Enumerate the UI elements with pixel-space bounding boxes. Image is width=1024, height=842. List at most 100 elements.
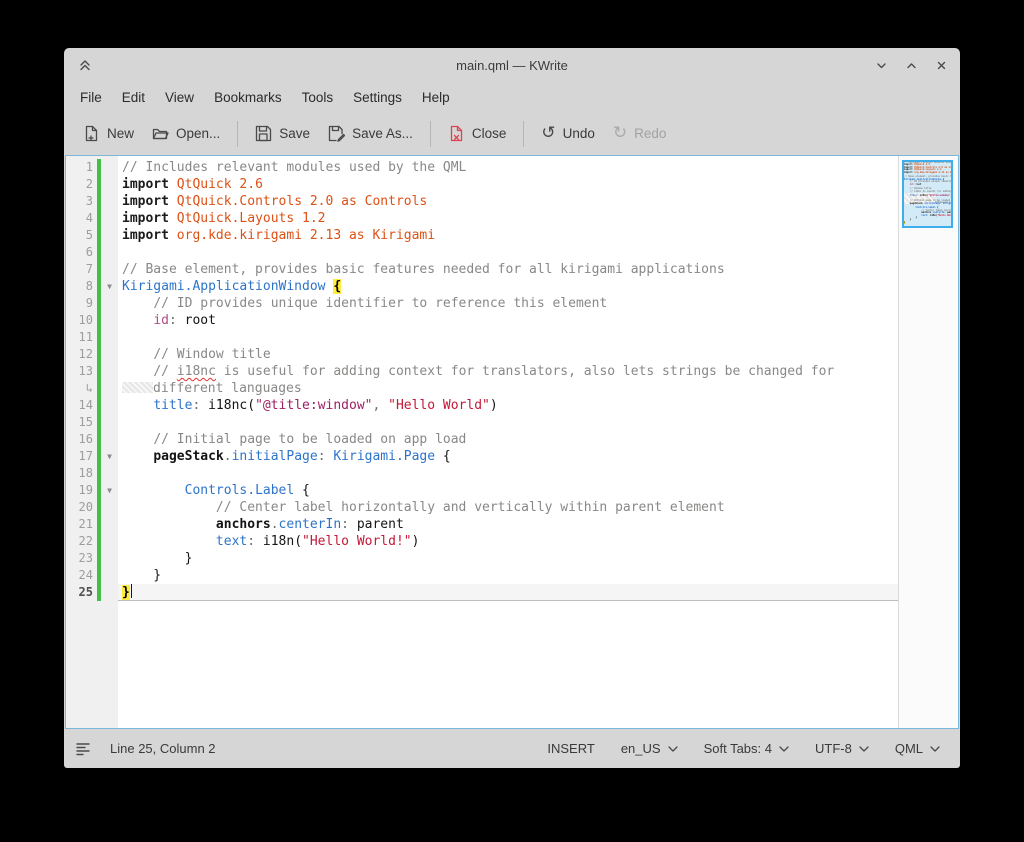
menu-settings[interactable]: Settings <box>343 86 412 109</box>
new-button[interactable]: New <box>74 119 143 148</box>
code-line[interactable]: 22 text: i18n("Hello World!") <box>66 533 898 550</box>
text-editor[interactable]: 1 // Includes relevant modules used by th… <box>65 155 959 729</box>
input-mode[interactable]: INSERT <box>541 737 600 760</box>
menu-tools[interactable]: Tools <box>292 86 344 109</box>
code-line[interactable]: 13 // i18nc is useful for adding context… <box>66 363 898 380</box>
code-line[interactable]: 9 // ID provides unique identifier to re… <box>66 295 898 312</box>
redo-button[interactable]: ↻ Redo <box>604 119 676 148</box>
code-line[interactable]: 19▼ Controls.Label { <box>66 482 898 499</box>
code-line[interactable]: 18 <box>66 465 898 482</box>
line-number[interactable]: 5 <box>66 227 97 244</box>
line-number[interactable]: 1 <box>66 159 97 176</box>
code-line[interactable]: 17▼ pageStack.initialPage: Kirigami.Page… <box>66 448 898 465</box>
code-line-text[interactable]: } <box>118 550 898 567</box>
line-number[interactable]: 10 <box>66 312 97 329</box>
code-line[interactable]: 2 import QtQuick 2.6 <box>66 176 898 193</box>
line-number[interactable]: 24 <box>66 567 97 584</box>
menu-edit[interactable]: Edit <box>112 86 155 109</box>
code-line[interactable]: 1 // Includes relevant modules used by th… <box>66 159 898 176</box>
code-line[interactable]: 15 <box>66 414 898 431</box>
code-line-text[interactable]: // Includes relevant modules used by the… <box>118 159 898 176</box>
line-number[interactable]: 20 <box>66 499 97 516</box>
line-number[interactable]: 17 <box>66 448 97 465</box>
code-line[interactable]: 16 // Initial page to be loaded on app l… <box>66 431 898 448</box>
save-as-button[interactable]: Save As... <box>319 119 422 148</box>
line-number[interactable]: 9 <box>66 295 97 312</box>
code-line-text[interactable]: Kirigami.ApplicationWindow { <box>118 278 898 295</box>
code-line-text[interactable]: // Center label horizontally and vertica… <box>118 499 898 516</box>
titlebar[interactable]: main.qml — KWrite <box>64 48 960 82</box>
scrollbar-minimap[interactable]: // Includes relevant modules used by the… <box>898 156 958 728</box>
fold-arrow-icon[interactable]: ▼ <box>101 482 118 499</box>
menu-help[interactable]: Help <box>412 86 460 109</box>
code-line-text[interactable]: import QtQuick 2.6 <box>118 176 898 193</box>
code-line[interactable]: 8▼Kirigami.ApplicationWindow { <box>66 278 898 295</box>
code-line-text[interactable] <box>118 244 898 261</box>
code-line-text[interactable]: id: root <box>118 312 898 329</box>
maximize-button[interactable] <box>902 56 920 74</box>
toolview-lines-icon[interactable] <box>76 742 92 756</box>
line-number[interactable]: 15 <box>66 414 97 431</box>
line-number[interactable]: 14 <box>66 397 97 414</box>
line-number[interactable]: 16 <box>66 431 97 448</box>
tab-mode-select[interactable]: Soft Tabs: 4 <box>698 737 795 760</box>
code-line-text[interactable] <box>118 465 898 482</box>
code-line[interactable]: 7// Base element, provides basic feature… <box>66 261 898 278</box>
code-line[interactable]: ↳ different languages <box>66 380 898 397</box>
menu-bookmarks[interactable]: Bookmarks <box>204 86 292 109</box>
close-document-button[interactable]: Close <box>439 119 516 148</box>
code-line[interactable]: 25} <box>66 584 898 601</box>
code-line-text[interactable] <box>118 329 898 346</box>
fold-arrow-icon[interactable]: ▼ <box>101 278 118 295</box>
line-number[interactable]: 18 <box>66 465 97 482</box>
line-number[interactable]: 19 <box>66 482 97 499</box>
line-number[interactable]: 2 <box>66 176 97 193</box>
dictionary-select[interactable]: en_US <box>615 737 684 760</box>
minimap-viewport[interactable]: // Includes relevant modules used by the… <box>902 160 953 228</box>
code-line[interactable]: 20 // Center label horizontally and vert… <box>66 499 898 516</box>
code-line-text[interactable]: anchors.centerIn: parent <box>118 516 898 533</box>
code-line[interactable]: 4 import QtQuick.Layouts 1.2 <box>66 210 898 227</box>
undo-button[interactable]: ↺ Undo <box>532 119 604 148</box>
code-line[interactable]: 23 } <box>66 550 898 567</box>
code-line-text[interactable]: different languages <box>118 380 898 397</box>
code-line-text[interactable]: import QtQuick.Controls 2.0 as Controls <box>118 193 898 210</box>
save-button[interactable]: Save <box>246 119 319 148</box>
code-line[interactable]: 3 import QtQuick.Controls 2.0 as Controls <box>66 193 898 210</box>
code-line-text[interactable]: title: i18nc("@title:window", "Hello Wor… <box>118 397 898 414</box>
wrap-marker[interactable]: ↳ <box>66 380 97 397</box>
code-line-text[interactable]: Controls.Label { <box>118 482 898 499</box>
line-number[interactable]: 4 <box>66 210 97 227</box>
line-number[interactable]: 21 <box>66 516 97 533</box>
line-number[interactable]: 11 <box>66 329 97 346</box>
fold-arrow-icon[interactable]: ▼ <box>101 448 118 465</box>
code-line-text[interactable]: } <box>118 584 898 601</box>
minimize-button[interactable] <box>872 56 890 74</box>
code-line[interactable]: 6 <box>66 244 898 261</box>
code-line-text[interactable]: } <box>118 567 898 584</box>
code-line-text[interactable]: // ID provides unique identifier to refe… <box>118 295 898 312</box>
line-number[interactable]: 25 <box>66 584 97 601</box>
code-line-text[interactable]: // i18nc is useful for adding context fo… <box>118 363 898 380</box>
line-number[interactable]: 8 <box>66 278 97 295</box>
code-line-text[interactable]: import org.kde.kirigami 2.13 as Kirigami <box>118 227 898 244</box>
code-line-text[interactable]: // Initial page to be loaded on app load <box>118 431 898 448</box>
syntax-select[interactable]: QML <box>889 737 946 760</box>
line-number[interactable]: 12 <box>66 346 97 363</box>
line-number[interactable]: 13 <box>66 363 97 380</box>
line-number[interactable]: 6 <box>66 244 97 261</box>
code-area[interactable]: 1 // Includes relevant modules used by th… <box>66 156 898 728</box>
code-line[interactable]: 14 title: i18nc("@title:window", "Hello … <box>66 397 898 414</box>
code-line[interactable]: 24 } <box>66 567 898 584</box>
code-line-text[interactable]: import QtQuick.Layouts 1.2 <box>118 210 898 227</box>
code-line[interactable]: 10 id: root <box>66 312 898 329</box>
shade-icon[interactable] <box>76 56 94 74</box>
code-line[interactable]: 11 <box>66 329 898 346</box>
line-number[interactable]: 23 <box>66 550 97 567</box>
line-number[interactable]: 3 <box>66 193 97 210</box>
close-button[interactable] <box>932 56 950 74</box>
code-line-text[interactable]: // Base element, provides basic features… <box>118 261 898 278</box>
menu-view[interactable]: View <box>155 86 204 109</box>
line-number[interactable]: 22 <box>66 533 97 550</box>
code-line[interactable]: 21 anchors.centerIn: parent <box>66 516 898 533</box>
